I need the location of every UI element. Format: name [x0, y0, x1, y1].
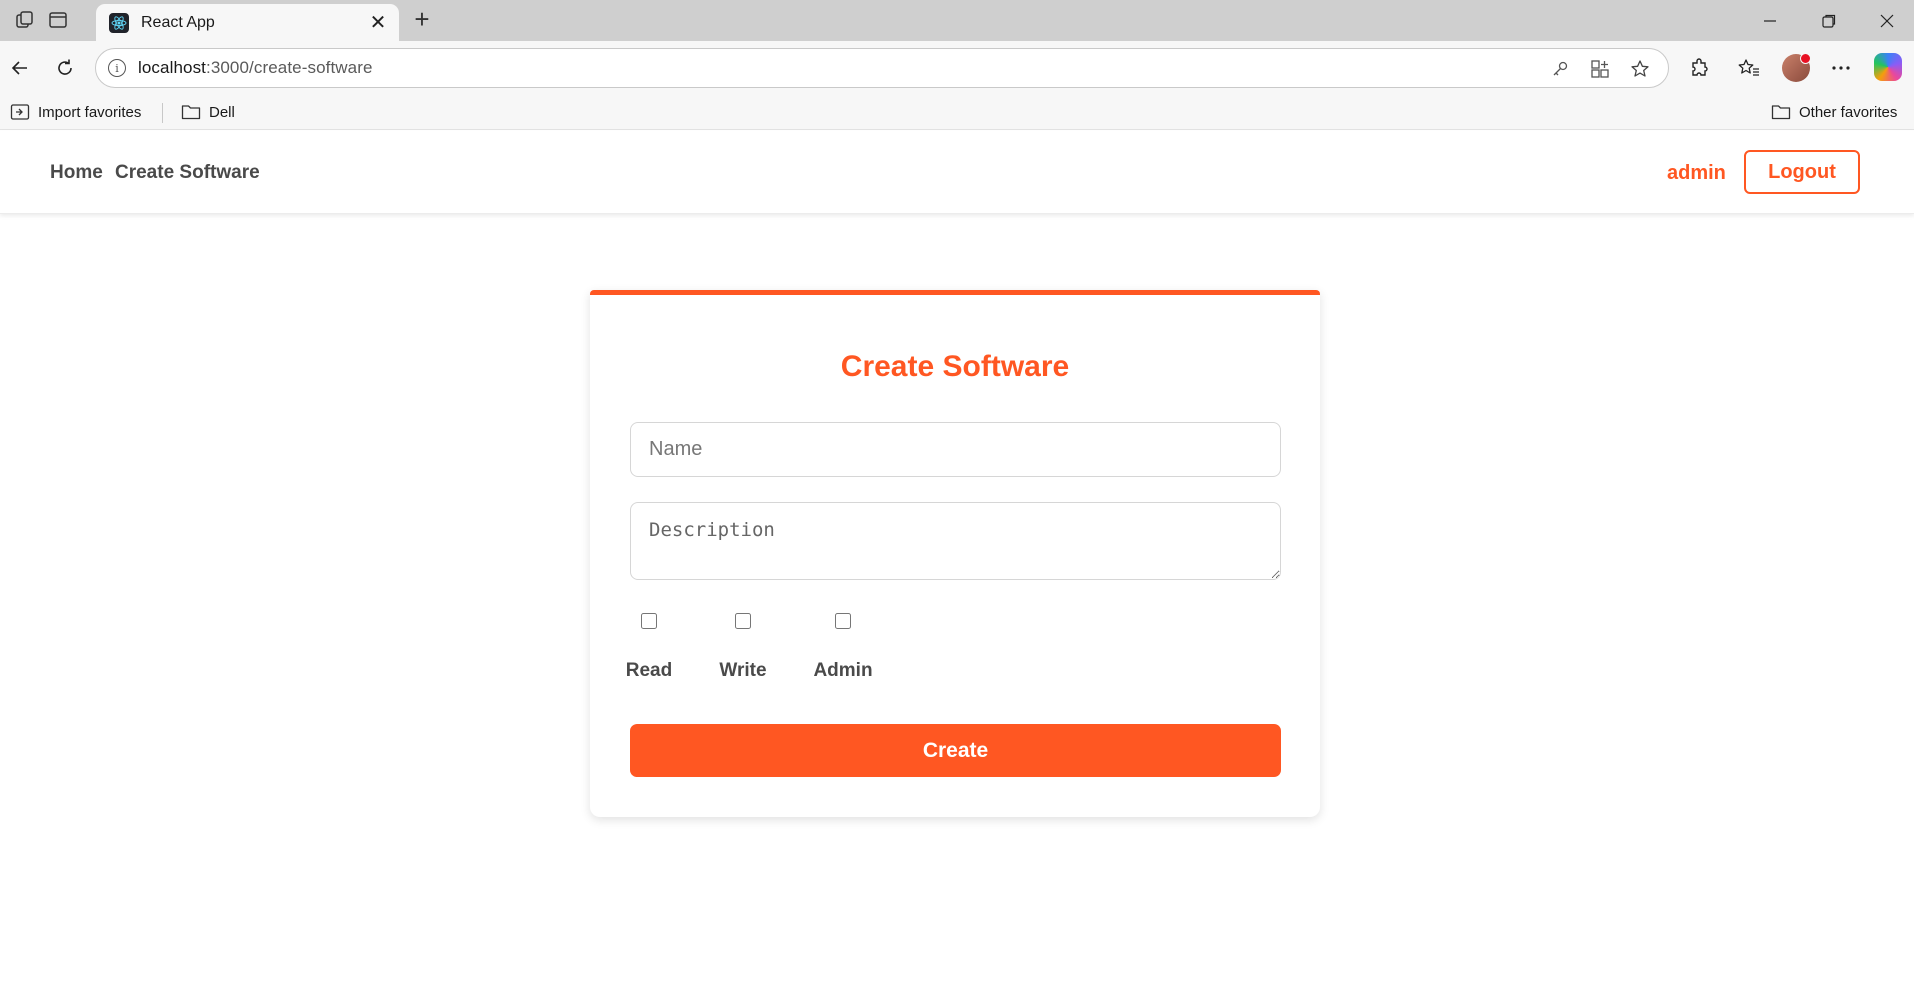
close-window-icon[interactable]	[1864, 6, 1910, 36]
app-header: Home Create Software admin Logout	[0, 131, 1914, 214]
extensions-icon[interactable]	[1684, 53, 1714, 83]
import-favorites-link[interactable]: Import favorites	[10, 101, 141, 123]
admin-checkbox[interactable]	[835, 613, 851, 629]
name-input[interactable]	[630, 422, 1281, 477]
logout-button[interactable]: Logout	[1744, 150, 1860, 194]
browser-tab-bar: React App ✕ +	[0, 0, 1914, 41]
permission-write: Write	[719, 613, 767, 682]
favorites-separator	[162, 103, 163, 123]
browser-toolbar: i localhost:3000/create-software	[0, 41, 1914, 95]
read-checkbox[interactable]	[641, 613, 657, 629]
back-arrow-icon[interactable]	[5, 53, 35, 83]
description-input[interactable]	[630, 502, 1281, 580]
app-available-icon[interactable]	[1588, 57, 1612, 81]
tab-title: React App	[141, 14, 215, 31]
import-favorites-icon	[10, 104, 30, 120]
folder-icon	[181, 105, 201, 120]
favorites-bar: Import favorites Dell Other favorites	[0, 95, 1914, 130]
create-software-card: Create Software Read Write Admin Create	[590, 290, 1320, 817]
reload-icon[interactable]	[50, 53, 80, 83]
address-bar[interactable]: i localhost:3000/create-software	[95, 48, 1669, 88]
copilot-icon[interactable]	[1874, 53, 1902, 81]
favorites-icon[interactable]	[1734, 53, 1764, 83]
key-icon[interactable]	[1548, 57, 1572, 81]
favorite-star-icon[interactable]	[1628, 57, 1652, 81]
workspaces-icon[interactable]	[11, 8, 39, 32]
more-options-icon[interactable]	[1826, 53, 1856, 83]
vertical-tabs-icon[interactable]	[44, 8, 72, 32]
create-button[interactable]: Create	[630, 724, 1281, 777]
folder-icon	[1771, 105, 1791, 120]
write-checkbox[interactable]	[735, 613, 751, 629]
url-host: localhost	[138, 58, 206, 77]
dell-folder-label: Dell	[209, 103, 235, 121]
admin-label: Admin	[813, 660, 873, 681]
browser-tab-active[interactable]: React App ✕	[96, 4, 399, 41]
permission-read: Read	[626, 613, 672, 682]
site-info-icon[interactable]: i	[108, 59, 126, 77]
write-label: Write	[719, 660, 767, 681]
current-user-label: admin	[1667, 162, 1726, 184]
other-favorites-link[interactable]: Other favorites	[1771, 101, 1897, 123]
dell-folder-link[interactable]: Dell	[181, 101, 235, 123]
close-tab-icon[interactable]: ✕	[367, 11, 389, 34]
profile-avatar[interactable]	[1782, 53, 1811, 82]
url-path: :3000/create-software	[206, 58, 373, 77]
restore-icon[interactable]	[1806, 6, 1852, 36]
url-text[interactable]: localhost:3000/create-software	[138, 58, 373, 78]
react-logo-icon	[109, 13, 129, 33]
nav-home-link[interactable]: Home	[50, 162, 103, 184]
new-tab-icon[interactable]: +	[408, 4, 436, 34]
read-label: Read	[625, 660, 673, 681]
nav-create-software-link[interactable]: Create Software	[115, 162, 260, 184]
other-favorites-label: Other favorites	[1799, 103, 1898, 121]
minimize-icon[interactable]	[1747, 6, 1793, 36]
permission-admin: Admin	[813, 613, 873, 682]
form-title: Create Software	[840, 350, 1070, 383]
import-favorites-label: Import favorites	[38, 103, 142, 121]
